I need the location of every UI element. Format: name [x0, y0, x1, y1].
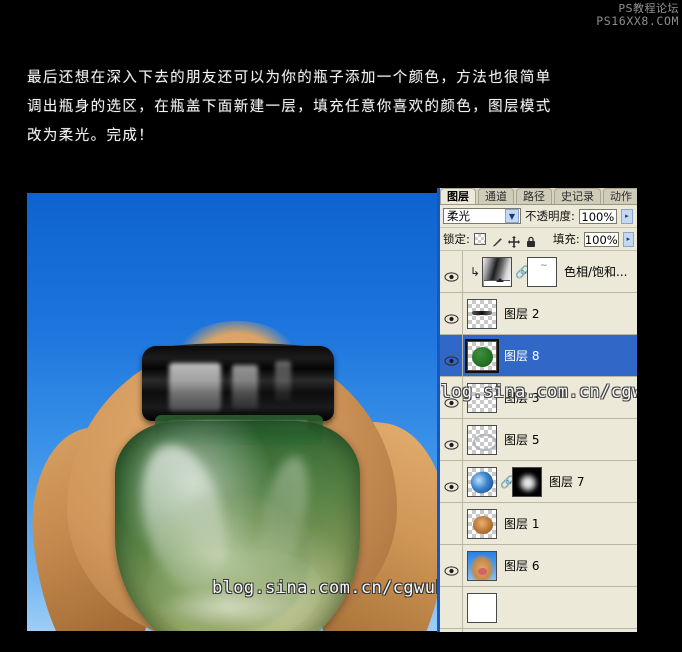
layer-thumbs[interactable]: 🔗 — [463, 466, 542, 497]
layer-row-6[interactable]: 图层 6 — [440, 545, 637, 587]
visibility-toggle[interactable] — [440, 251, 463, 292]
lock-icon-group — [473, 233, 537, 248]
tab-layers[interactable]: 图层 — [440, 188, 476, 204]
layer-thumbs[interactable] — [463, 592, 497, 623]
palette-tab-bar[interactable]: 图层 通道 路径 史记录 动作 — [440, 188, 637, 205]
tab-paths[interactable]: 路径 — [516, 188, 552, 204]
layer-thumbs[interactable] — [463, 382, 497, 413]
visibility-toggle[interactable] — [440, 377, 463, 418]
canvas-watermark: blog.sina.com.cn/cgwubin — [212, 578, 437, 598]
layer-thumbnail[interactable] — [467, 550, 497, 581]
visibility-toggle[interactable] — [440, 503, 463, 544]
layer-name: 图层 8 — [504, 349, 540, 363]
layer-row-3[interactable]: 图层 3 — [440, 377, 637, 419]
screenshot-root: 最后还想在深入下去的朋友还可以为你的瓶子添加一个颜色，方法也很简单 调出瓶身的选… — [0, 0, 682, 652]
tutorial-paragraph-1: 最后还想在深入下去的朋友还可以为你的瓶子添加一个颜色，方法也很简单 调出瓶身的选… — [27, 70, 552, 144]
jar-lid-highlight-3 — [275, 361, 291, 401]
visibility-toggle[interactable] — [440, 419, 463, 460]
layer-thumbs[interactable] — [463, 508, 497, 539]
eye-icon[interactable] — [443, 393, 459, 408]
visibility-toggle[interactable] — [440, 629, 463, 632]
layer-thumbnail[interactable] — [467, 382, 497, 413]
tab-history[interactable]: 史记录 — [554, 188, 601, 204]
visibility-toggle[interactable] — [440, 545, 463, 586]
layer-row-darkred[interactable] — [440, 629, 637, 632]
jar-lid-highlight-1 — [169, 363, 221, 411]
layer-row-8-selected[interactable]: 图层 8 — [440, 335, 637, 377]
layer-thumbs[interactable] — [463, 424, 497, 455]
lock-fill-row: 锁定: 填充: 100% ▸ — [440, 228, 637, 251]
opacity-input[interactable]: 100% — [578, 208, 617, 224]
layer-row-hue-saturation[interactable]: ↳ 🔗 色相/饱和... — [440, 251, 637, 293]
lock-position-icon[interactable] — [507, 233, 520, 248]
eye-icon[interactable] — [443, 309, 459, 324]
eye-icon[interactable] — [443, 267, 459, 282]
eye-icon[interactable] — [443, 561, 459, 576]
visibility-toggle[interactable] — [440, 461, 463, 502]
layer-name: 图层 1 — [504, 517, 540, 531]
blend-mode-value: 柔光 — [447, 209, 470, 223]
layer-list[interactable]: ↳ 🔗 色相/饱和... 图层 2 — [440, 251, 637, 632]
layer-name: 色相/饱和... — [564, 265, 628, 279]
lock-pixels-icon[interactable] — [491, 233, 503, 247]
lock-all-icon[interactable] — [525, 233, 537, 247]
jar-lid-highlight-2 — [232, 365, 258, 409]
blend-mode-select[interactable]: 柔光 ▼ — [443, 208, 521, 224]
layers-palette[interactable]: 图层 通道 路径 史记录 动作 柔光 ▼ 不透明度: 100% ▸ 锁定: 填充… — [437, 188, 637, 632]
layer-thumbnail[interactable] — [467, 508, 497, 539]
layer-row-1[interactable]: 图层 1 — [440, 503, 637, 545]
opacity-stepper[interactable]: ▸ — [620, 208, 633, 224]
layer-thumbs[interactable] — [463, 550, 497, 581]
layer-name: 图层 2 — [504, 307, 540, 321]
layer-name: 图层 5 — [504, 433, 540, 447]
link-icon[interactable]: 🔗 — [515, 265, 530, 279]
layer-mask-thumbnail[interactable] — [527, 256, 557, 287]
layer-thumbnail[interactable] — [467, 424, 497, 455]
fill-stepper[interactable]: ▸ — [622, 231, 634, 247]
lock-transparency-icon[interactable] — [473, 233, 486, 245]
layer-thumbs[interactable] — [463, 338, 499, 373]
link-icon[interactable]: 🔗 — [500, 475, 515, 489]
layer-thumbnail[interactable] — [482, 256, 512, 287]
visibility-toggle[interactable] — [440, 335, 463, 376]
eye-icon[interactable] — [443, 435, 459, 450]
layer-thumbnail[interactable] — [465, 338, 499, 373]
blend-opacity-row: 柔光 ▼ 不透明度: 100% ▸ — [440, 205, 637, 228]
fill-label: 填充: — [552, 232, 580, 246]
layer-thumbnail[interactable] — [467, 592, 497, 623]
layer-name: 图层 7 — [549, 475, 585, 489]
layer-name: 图层 6 — [504, 559, 540, 573]
opacity-label: 不透明度: — [525, 209, 575, 223]
eye-icon[interactable] — [443, 477, 459, 492]
fill-input[interactable]: 100% — [583, 231, 619, 247]
layer-row-7[interactable]: 🔗 图层 7 — [440, 461, 637, 503]
layer-row-5[interactable]: 图层 5 — [440, 419, 637, 461]
eye-icon[interactable] — [443, 351, 459, 366]
visibility-toggle[interactable] — [440, 587, 463, 628]
tab-channels[interactable]: 通道 — [478, 188, 514, 204]
chevron-down-icon[interactable]: ▼ — [505, 209, 519, 223]
layer-mask-thumbnail[interactable] — [512, 466, 542, 497]
layer-name: 图层 3 — [504, 391, 540, 405]
layer-thumbnail[interactable] — [467, 298, 497, 329]
layer-row-white[interactable] — [440, 587, 637, 629]
tab-actions[interactable]: 动作 — [603, 188, 637, 204]
clipping-mask-icon: ↳ — [470, 264, 481, 279]
layer-row-2[interactable]: 图层 2 — [440, 293, 637, 335]
lock-label: 锁定: — [443, 232, 470, 246]
layer-thumbs[interactable] — [463, 298, 497, 329]
image-canvas[interactable]: blog.sina.com.cn/cgwubin — [27, 193, 437, 631]
visibility-toggle[interactable] — [440, 293, 463, 334]
layer-thumbs[interactable]: ↳ 🔗 — [463, 256, 557, 287]
layer-thumbnail[interactable] — [467, 466, 497, 497]
